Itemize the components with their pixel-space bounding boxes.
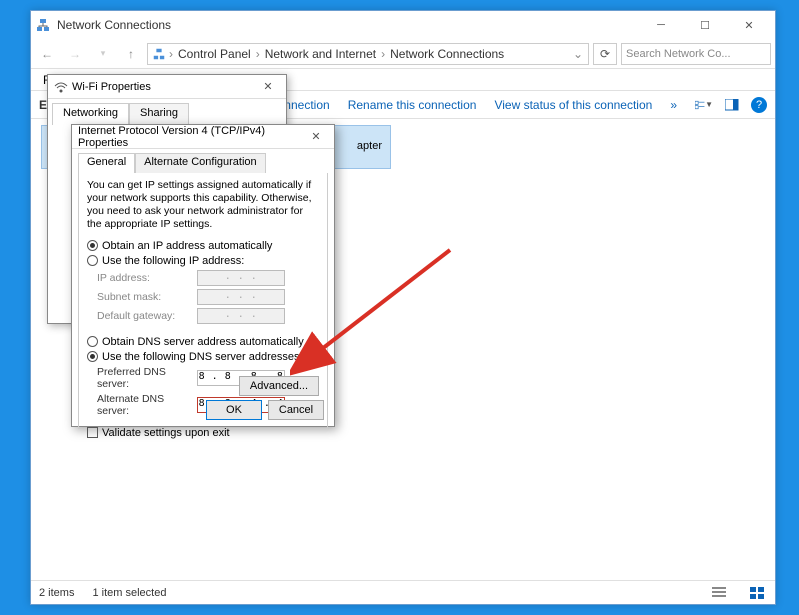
statusbar: 2 items 1 item selected	[31, 580, 775, 604]
navbar: ← → ▾ ↑ › Control Panel › Network and In…	[31, 39, 775, 69]
ok-button[interactable]: OK	[206, 400, 262, 420]
tab-general[interactable]: General	[78, 153, 135, 173]
recent-dropdown[interactable]: ▾	[91, 42, 115, 66]
ip-address-label: IP address:	[97, 272, 197, 284]
help-icon[interactable]: ?	[751, 97, 767, 113]
gateway-label: Default gateway:	[97, 310, 197, 322]
ipv4-helptext: You can get IP settings assigned automat…	[87, 179, 319, 232]
validate-label: Validate settings upon exit	[102, 427, 230, 439]
radio-ip-manual-label: Use the following IP address:	[102, 255, 244, 267]
alt-dns-label: Alternate DNS server:	[97, 393, 197, 417]
tab-alternate[interactable]: Alternate Configuration	[135, 153, 266, 173]
ipv4-panel: You can get IP settings assigned automat…	[78, 173, 328, 429]
radio-ip-auto[interactable]: Obtain an IP address automatically	[87, 240, 319, 252]
radio-dns-auto[interactable]: Obtain DNS server address automatically	[87, 336, 319, 348]
network-icon	[35, 17, 51, 33]
maximize-button[interactable]: ☐	[683, 11, 727, 39]
details-view-icon[interactable]	[709, 585, 729, 601]
cmd-view-status[interactable]: View status of this connection	[494, 98, 652, 112]
radio-dns-auto-label: Obtain DNS server address automatically	[102, 336, 304, 348]
refresh-button[interactable]: ⟳	[593, 43, 617, 65]
status-selected: 1 item selected	[92, 587, 166, 599]
advanced-button[interactable]: Advanced...	[239, 376, 319, 396]
wifi-tabs: Networking Sharing	[52, 103, 282, 125]
subnet-mask-label: Subnet mask:	[97, 291, 197, 303]
cmd-rename[interactable]: Rename this connection	[348, 98, 477, 112]
ipv4-close-button[interactable]: ✕	[304, 127, 328, 147]
forward-button[interactable]: →	[63, 42, 87, 66]
tab-networking[interactable]: Networking	[52, 103, 129, 125]
back-button[interactable]: ←	[35, 42, 59, 66]
minimize-button[interactable]: ─	[639, 11, 683, 39]
window-title: Network Connections	[57, 18, 171, 32]
cmd-more[interactable]: »	[670, 98, 677, 112]
ipv4-dialog-title: Internet Protocol Version 4 (TCP/IPv4) P…	[78, 125, 304, 149]
tab-sharing[interactable]: Sharing	[129, 103, 189, 125]
radio-ip-auto-label: Obtain an IP address automatically	[102, 240, 272, 252]
breadcrumb[interactable]: › Control Panel › Network and Internet ›…	[147, 43, 589, 65]
pref-dns-label: Preferred DNS server:	[97, 366, 197, 390]
wifi-icon	[54, 80, 68, 94]
crumb-network-internet[interactable]: Network and Internet	[263, 47, 378, 61]
dialog-buttons: OK Cancel	[206, 400, 324, 420]
validate-checkbox[interactable]: Validate settings upon exit	[87, 427, 319, 439]
view-options-icon[interactable]: ▼	[695, 96, 713, 114]
up-button[interactable]: ↑	[119, 42, 143, 66]
ipv4-tabs: General Alternate Configuration	[78, 153, 328, 173]
ip-address-input: . . .	[197, 270, 285, 286]
network-icon	[152, 47, 166, 61]
titlebar: Network Connections ─ ☐ ✕	[31, 11, 775, 39]
radio-dns-manual-label: Use the following DNS server addresses:	[102, 351, 303, 363]
radio-ip-manual[interactable]: Use the following IP address:	[87, 255, 319, 267]
wifi-dialog-title: Wi-Fi Properties	[72, 81, 256, 93]
close-button[interactable]: ✕	[727, 11, 771, 39]
preview-pane-icon[interactable]	[723, 96, 741, 114]
crumb-network-connections[interactable]: Network Connections	[388, 47, 506, 61]
gateway-input: . . .	[197, 308, 285, 324]
breadcrumb-dropdown[interactable]: ⌄	[572, 47, 584, 61]
wifi-dialog-titlebar: Wi-Fi Properties ✕	[48, 75, 286, 99]
status-items: 2 items	[39, 587, 74, 599]
crumb-control-panel[interactable]: Control Panel	[176, 47, 253, 61]
adapter-label: apter	[357, 140, 382, 152]
wifi-close-button[interactable]: ✕	[256, 77, 280, 97]
cancel-button[interactable]: Cancel	[268, 400, 324, 420]
search-placeholder: Search Network Co...	[626, 48, 731, 60]
radio-dns-manual[interactable]: Use the following DNS server addresses:	[87, 351, 319, 363]
ipv4-dialog-titlebar: Internet Protocol Version 4 (TCP/IPv4) P…	[72, 125, 334, 149]
subnet-mask-input: . . .	[197, 289, 285, 305]
ipv4-properties-dialog: Internet Protocol Version 4 (TCP/IPv4) P…	[71, 124, 335, 427]
search-input[interactable]: Search Network Co...	[621, 43, 771, 65]
large-icons-view-icon[interactable]	[747, 585, 767, 601]
